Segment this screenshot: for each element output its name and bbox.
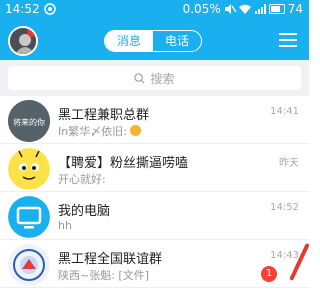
list-item[interactable]: 黑工程全国联谊群 陕西~张魁: [文件] 14:43 1	[0, 240, 310, 288]
monitor-icon	[8, 196, 50, 238]
menu-icon[interactable]	[279, 33, 297, 47]
battery-level: 74	[287, 2, 303, 16]
conversation-time: 14:52	[270, 202, 299, 213]
group-avatar: 将来的你	[8, 100, 50, 142]
group-avatar	[8, 148, 50, 190]
my-avatar[interactable]	[8, 26, 38, 56]
conversation-time: 14:43	[270, 250, 299, 261]
list-item[interactable]: 【聘爱】粉丝撕逼唠嗑 开心就好: 昨天	[0, 144, 309, 192]
conversation-title: 我的电脑	[58, 204, 111, 219]
qq-app: 14:52 0.05% 74 消息 电话 搜索 将来的你 黑工程兼职总群 In繁…	[0, 0, 310, 298]
tab-messages[interactable]: 消息	[105, 31, 153, 51]
search-icon	[134, 72, 146, 84]
emoji-icon	[130, 125, 142, 136]
status-bar: 14:52 0.05% 74	[0, 0, 309, 20]
unread-dot	[27, 28, 36, 37]
search-placeholder: 搜索	[150, 71, 175, 86]
signal-icon	[254, 4, 266, 14]
tab-calls[interactable]: 电话	[153, 31, 201, 51]
search-input[interactable]: 搜索	[8, 66, 301, 90]
conversation-title: 【聘爱】粉丝撕逼唠嗑	[58, 156, 189, 171]
list-item[interactable]: 我的电脑 hh 14:52	[0, 192, 309, 240]
conversation-preview: 陕西~张魁: [文件]	[58, 269, 150, 282]
status-time: 14:52	[5, 2, 40, 16]
search-area: 搜索	[0, 60, 309, 96]
title-bar: 消息 电话	[0, 20, 309, 60]
conversation-preview: hh	[58, 219, 72, 232]
computer-avatar	[8, 196, 50, 238]
notification-icon	[43, 3, 56, 15]
emblem-icon	[8, 244, 50, 286]
conversation-time: 昨天	[279, 158, 299, 169]
group-avatar	[8, 244, 50, 286]
conversation-title: 黑工程全国联谊群	[58, 252, 163, 267]
list-item[interactable]: 将来的你 黑工程兼职总群 In繁华〆依旧: 14:41	[0, 96, 309, 144]
conversation-preview: 开心就好:	[58, 173, 106, 186]
mute-icon	[224, 4, 236, 14]
conversation-title: 黑工程兼职总群	[58, 108, 150, 123]
wifi-icon	[238, 4, 251, 14]
annotation-stroke	[289, 242, 310, 281]
conversation-list: 将来的你 黑工程兼职总群 In繁华〆依旧: 14:41 【聘爱】粉丝撕逼唠嗑 开…	[0, 96, 310, 288]
group-avatar-text: 将来的你	[13, 117, 45, 127]
data-usage: 0.05%	[182, 2, 221, 16]
conversation-time: 14:41	[270, 106, 299, 117]
tab-switcher: 消息 电话	[104, 30, 202, 52]
unread-badge: 1	[261, 266, 277, 282]
battery-icon	[268, 4, 285, 14]
conversation-preview: In繁华〆依旧:	[58, 123, 142, 139]
